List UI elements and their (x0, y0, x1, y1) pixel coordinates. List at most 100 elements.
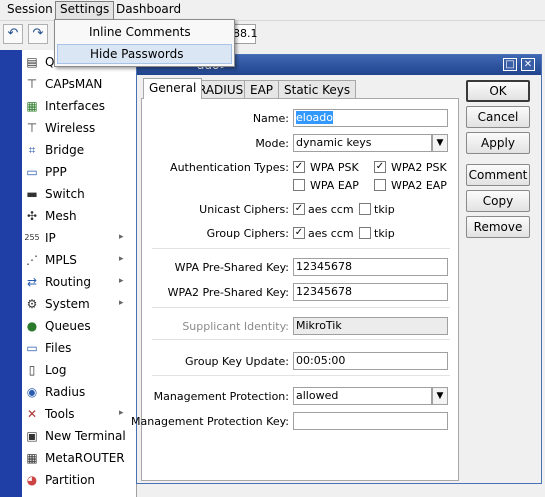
sidebar-item-system[interactable]: ⚙ System ▸ (22, 293, 136, 315)
sidebar-item-label: Log (45, 363, 67, 377)
unicast-aes-ccm-label: aes ccm (308, 203, 354, 216)
wpa2-psk-checkbox[interactable]: ✓ (374, 161, 386, 173)
sidebar-item-label: MetaROUTER (45, 451, 125, 465)
wpa-psk-key-field[interactable]: 12345678 (293, 258, 448, 276)
sidebar-item-label: Tools (45, 407, 75, 421)
maximize-icon: □ (505, 59, 515, 70)
tab-general[interactable]: General (143, 78, 203, 99)
unicast-tkip-checkbox[interactable] (359, 203, 371, 215)
menu-settings[interactable]: Settings (55, 1, 115, 20)
wpa2-eap-checkbox[interactable] (374, 179, 386, 191)
undo-icon: ↶ (7, 26, 19, 41)
sidebar: ▤ Q ⊤ CAPsMAN ▦ Interfaces ⊤ Wireless ⌗ … (22, 50, 137, 497)
apply-button[interactable]: Apply (466, 132, 530, 154)
log-icon: ▯ (28, 363, 36, 377)
wpa-psk-checkbox[interactable]: ✓ (293, 161, 305, 173)
wpa-psk-label: WPA PSK (310, 161, 359, 174)
menu-item-inline-comments[interactable]: Inline Comments (57, 22, 232, 42)
supplicant-identity-label: Supplicant Identity: (182, 320, 289, 333)
sidebar-item-metarouter[interactable]: ▦ MetaROUTER (22, 447, 136, 469)
ip-icon: 255 (24, 233, 40, 242)
sidebar-item-label: Bridge (45, 143, 85, 157)
group-ciphers-label: Group Ciphers: (206, 227, 289, 240)
chevron-down-icon: ▼ (436, 391, 444, 401)
sidebar-item-mpls[interactable]: ⋰ MPLS ▸ (22, 249, 136, 271)
maximize-button[interactable]: □ (503, 58, 517, 71)
unicast-tkip-label: tkip (374, 203, 395, 216)
unicast-aes-ccm-checkbox[interactable]: ✓ (293, 203, 305, 215)
auth-types-label: Authentication Types: (170, 161, 289, 174)
sidebar-item-switch[interactable]: ▬ Switch (22, 183, 136, 205)
redo-button[interactable]: ↷ (28, 24, 48, 44)
mpls-icon: ⋰ (26, 253, 38, 267)
mode-dropdown-button[interactable]: ▼ (432, 134, 448, 152)
remove-button[interactable]: Remove (466, 216, 530, 238)
sidebar-item-label: MPLS (45, 253, 77, 267)
sidebar-item-files[interactable]: ▭ Files (22, 337, 136, 359)
wpa2-psk-key-field[interactable]: 12345678 (293, 283, 448, 301)
terminal-icon: ▣ (26, 429, 38, 443)
name-label: Name: (252, 112, 289, 125)
sidebar-item-radius[interactable]: ◉ Radius (22, 381, 136, 403)
sidebar-item-new-terminal[interactable]: ▣ New Terminal (22, 425, 136, 447)
tab-eap[interactable]: EAP (244, 80, 280, 99)
bridge-icon: ⌗ (28, 143, 36, 157)
tools-icon: ✕ (26, 407, 38, 421)
comment-button[interactable]: Comment (466, 164, 530, 186)
menu-session[interactable]: Session (3, 1, 57, 18)
submenu-arrow-icon: ▸ (119, 254, 124, 264)
divider (152, 375, 450, 376)
sidebar-item-label: Partition (45, 473, 96, 487)
wpa-eap-checkbox[interactable] (293, 179, 305, 191)
management-protection-dropdown-button[interactable]: ▼ (432, 387, 448, 405)
sidebar-item-routing[interactable]: ⇄ Routing ▸ (22, 271, 136, 293)
gear-icon: ⚙ (26, 297, 38, 311)
sidebar-item-interfaces[interactable]: ▦ Interfaces (22, 95, 136, 117)
sidebar-item-label: CAPsMAN (45, 77, 103, 91)
sidebar-item-wireless[interactable]: ⊤ Wireless (22, 117, 136, 139)
folder-icon: ▭ (26, 341, 38, 355)
sidebar-item-bridge[interactable]: ⌗ Bridge (22, 139, 136, 161)
mode-select[interactable]: dynamic keys (293, 134, 432, 152)
sidebar-item-queues[interactable]: ● Queues (22, 315, 136, 337)
cancel-button[interactable]: Cancel (466, 106, 530, 128)
copy-button[interactable]: Copy (466, 190, 530, 212)
sidebar-item-ppp[interactable]: ▭ PPP (22, 161, 136, 183)
divider (152, 248, 450, 249)
security-profile-dialog: ado> □ ✕ General RADIUS EAP Static Keys … (131, 54, 542, 484)
sidebar-item-label: Routing (45, 275, 92, 289)
wpa-eap-label: WPA EAP (310, 179, 359, 192)
chevron-down-icon: ▼ (436, 138, 444, 148)
close-icon: ✕ (523, 59, 533, 70)
menu-bar: Session Settings Dashboard (0, 0, 545, 21)
undo-button[interactable]: ↶ (3, 24, 23, 44)
management-protection-select[interactable]: allowed (293, 387, 432, 405)
sidebar-item-label: IP (45, 231, 56, 245)
queues-icon: ● (26, 319, 38, 333)
sidebar-item-ip[interactable]: 255 IP ▸ (22, 227, 136, 249)
sidebar-item-partition[interactable]: ◕ Partition (22, 469, 136, 491)
management-protection-key-field[interactable] (293, 412, 448, 430)
sidebar-item-mesh[interactable]: ✣ Mesh (22, 205, 136, 227)
sidebar-item-log[interactable]: ▯ Log (22, 359, 136, 381)
management-protection-key-label: Management Protection Key: (131, 415, 289, 428)
group-aes-ccm-checkbox[interactable]: ✓ (293, 227, 305, 239)
metarouter-icon: ▦ (26, 451, 38, 465)
sidebar-item-capsman[interactable]: ⊤ CAPsMAN (22, 73, 136, 95)
sidebar-item-label: PPP (45, 165, 67, 179)
name-field[interactable]: eloado (293, 109, 448, 127)
divider (152, 339, 450, 340)
tab-static-keys[interactable]: Static Keys (278, 80, 357, 99)
menu-item-hide-passwords[interactable]: Hide Passwords (57, 44, 232, 64)
sidebar-item-label: Queues (45, 319, 91, 333)
group-tkip-label: tkip (374, 227, 395, 240)
partition-icon: ◕ (26, 473, 38, 487)
interfaces-icon: ▦ (26, 99, 38, 113)
ok-button[interactable]: OK (466, 80, 530, 102)
group-key-update-field[interactable]: 00:05:00 (293, 352, 448, 370)
close-button[interactable]: ✕ (521, 58, 535, 71)
menu-dashboard[interactable]: Dashboard (112, 1, 185, 18)
group-tkip-checkbox[interactable] (359, 227, 371, 239)
sidebar-item-tools[interactable]: ✕ Tools ▸ (22, 403, 136, 425)
ppp-icon: ▭ (26, 165, 38, 179)
